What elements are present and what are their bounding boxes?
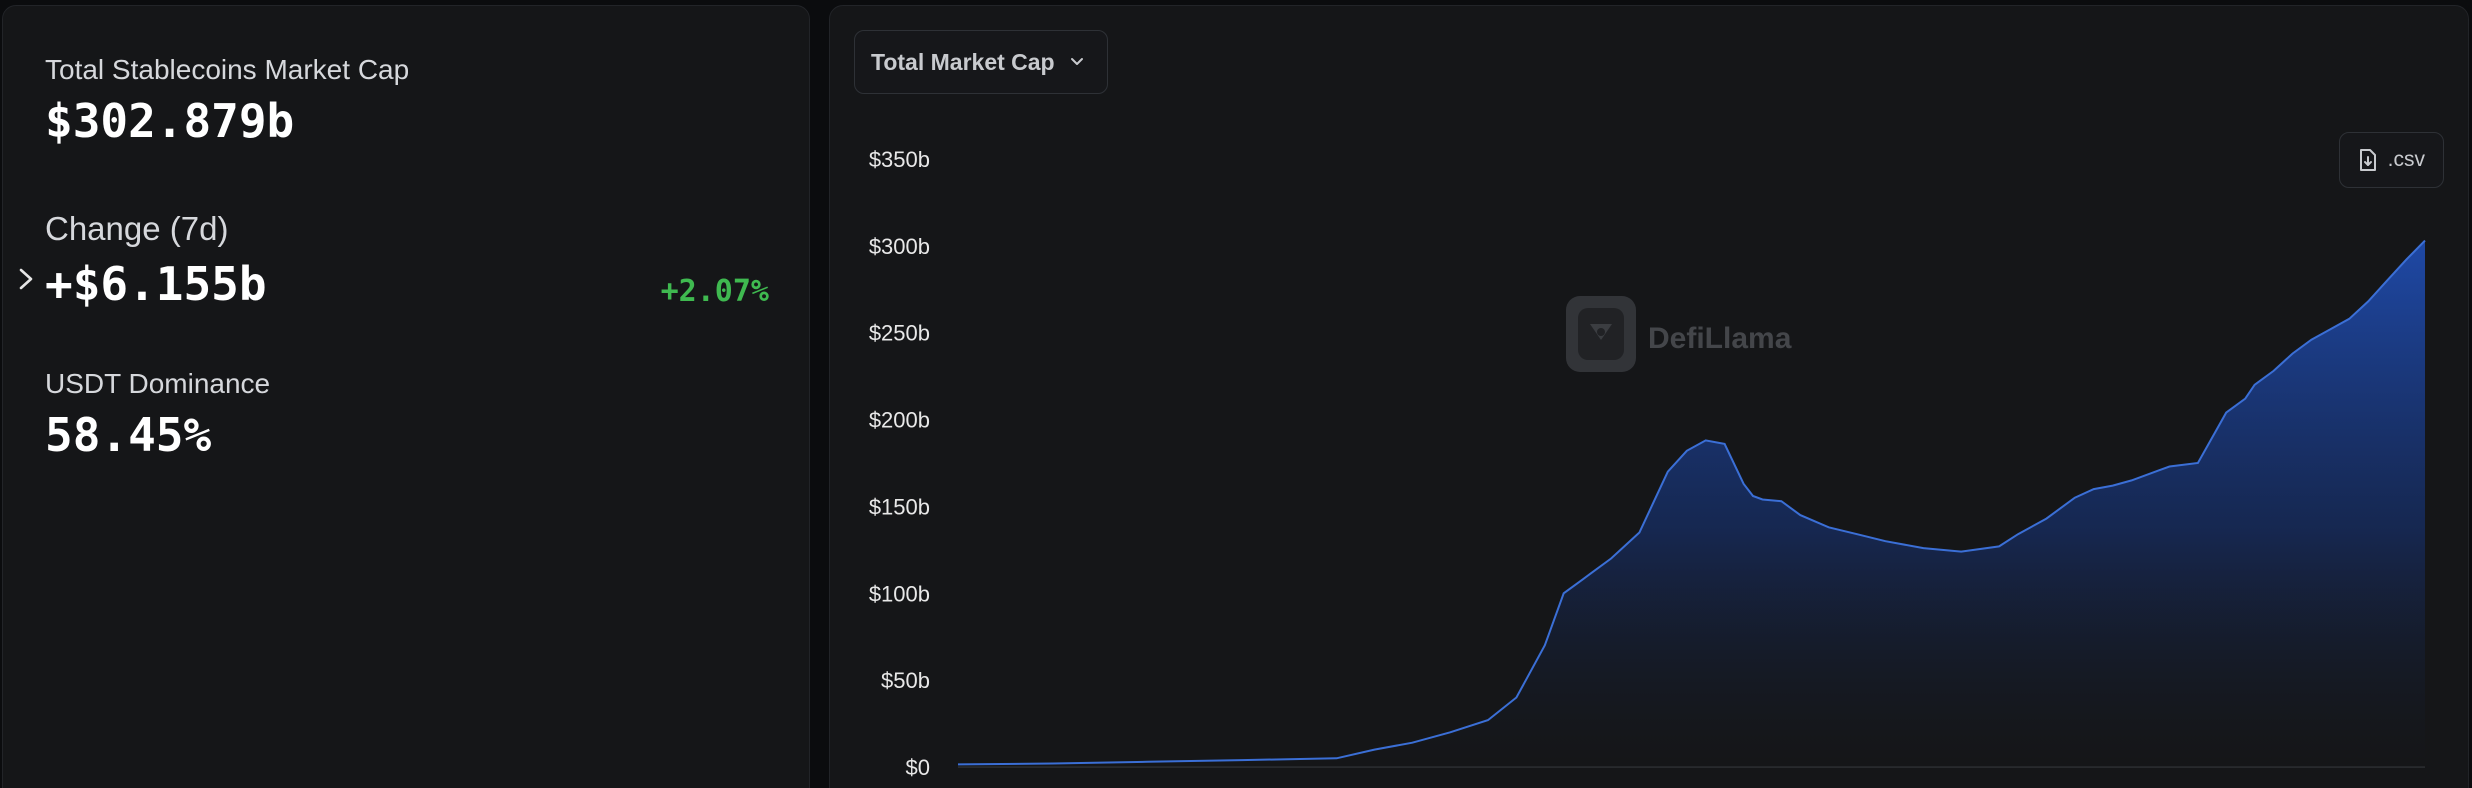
change-7d-value: +$6.155b bbox=[45, 257, 267, 311]
y-tick-label: $0 bbox=[906, 755, 930, 780]
y-tick-label: $150b bbox=[869, 494, 930, 519]
y-tick-label: $300b bbox=[869, 234, 930, 259]
market-cap-chart: $0 $50b $100b $150b $200b $250b $300b $350b Def… bbox=[869, 147, 2426, 780]
y-tick-label: $350b bbox=[869, 147, 930, 172]
stablecoins-dashboard: Total Stablecoins Market Cap $302.879b C… bbox=[0, 0, 2472, 788]
change-7d-stat: Change (7d) +$6.155b bbox=[45, 212, 267, 307]
total-market-cap-label: Total Stablecoins Market Cap bbox=[45, 54, 410, 85]
y-tick-label: $200b bbox=[869, 408, 930, 433]
watermark-text: DefiLlama bbox=[1648, 322, 1792, 355]
stats-panel: Total Stablecoins Market Cap $302.879b C… bbox=[2, 5, 810, 788]
usdt-dominance-stat: USDT Dominance 58.45% bbox=[45, 368, 271, 462]
y-tick-label: $50b bbox=[881, 668, 930, 693]
change-7d-percent: +2.07% bbox=[660, 274, 769, 309]
total-market-cap-stat: Total Stablecoins Market Cap $302.879b bbox=[45, 54, 410, 148]
usdt-dominance-value: 58.45% bbox=[45, 408, 212, 462]
llama-logo-icon bbox=[1566, 296, 1636, 372]
change-7d-label: Change (7d) bbox=[45, 210, 229, 247]
y-tick-label: $100b bbox=[869, 581, 930, 606]
total-market-cap-value: $302.879b bbox=[45, 94, 295, 148]
watermark: DefiLlama bbox=[1566, 296, 1792, 372]
y-tick-label: $250b bbox=[869, 321, 930, 346]
chart-panel: Total Market Cap .csv $0$50b$100b$150 bbox=[829, 5, 2469, 788]
plot-area bbox=[957, 239, 2426, 768]
usdt-dominance-label: USDT Dominance bbox=[45, 368, 271, 399]
series-area bbox=[958, 240, 2425, 768]
chevron-right-icon[interactable] bbox=[15, 264, 37, 294]
